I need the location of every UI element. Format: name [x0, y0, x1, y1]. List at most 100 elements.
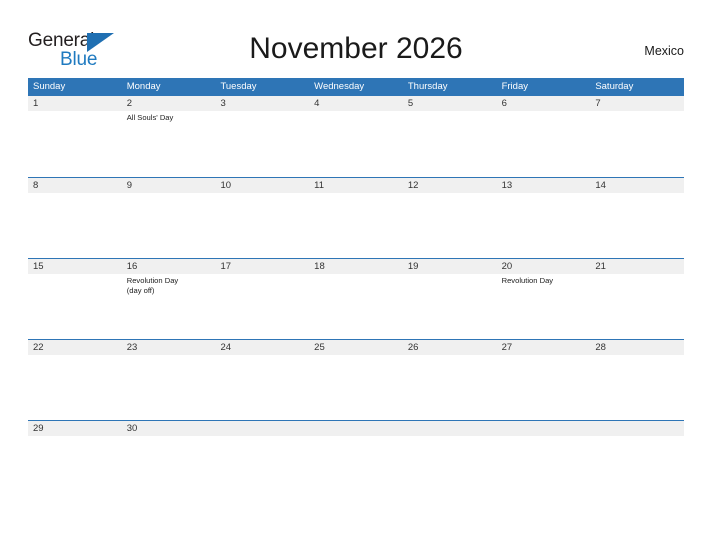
calendar-day-number: 11 [314, 180, 325, 191]
calendar-day-number [595, 421, 680, 436]
calendar-day-cell[interactable]: 17 [215, 259, 309, 339]
calendar-day-cell[interactable]: 22 [28, 340, 122, 420]
calendar-day-number: 3 [220, 98, 226, 109]
calendar-day-number: 14 [595, 180, 606, 191]
calendar-week-days: 22 23 24 25 26 27 28 [28, 340, 684, 420]
calendar-day-cell[interactable]: 25 [309, 340, 403, 420]
calendar-day-cell[interactable]: 27 [497, 340, 591, 420]
calendar-day-cell[interactable]: 26 [403, 340, 497, 420]
calendar-day-cell[interactable]: 20 Revolution Day [497, 259, 591, 339]
calendar-day-number: 29 [33, 423, 44, 434]
calendar-day-cell[interactable] [215, 421, 309, 501]
calendar-day-number: 15 [33, 261, 44, 272]
calendar-day-cell[interactable]: 8 [28, 178, 122, 258]
calendar-day-cell[interactable]: 13 [497, 178, 591, 258]
calendar-day-number: 1 [33, 98, 39, 109]
calendar-day-number [502, 421, 587, 436]
calendar-day-cell[interactable]: 9 [122, 178, 216, 258]
calendar-day-cell[interactable] [309, 421, 403, 501]
country-label: Mexico [644, 44, 684, 58]
calendar-day-number: 9 [126, 180, 133, 191]
calendar-day-cell[interactable]: 10 [215, 178, 309, 258]
calendar-day-cell[interactable]: 28 [590, 340, 684, 420]
page-header: General Blue November 2026 Mexico [28, 26, 684, 72]
calendar-day-events: Revolution Day [502, 274, 587, 286]
calendar-day-number: 12 [407, 180, 419, 191]
calendar-week-row: 15 16 Revolution Day (day off) 17 18 19 20 Revol… [28, 258, 684, 339]
calendar-day-number: 20 [501, 261, 513, 272]
calendar-event: Revolution Day [501, 276, 554, 285]
calendar-day-number: 24 [220, 342, 232, 353]
calendar-day-number: 10 [220, 180, 232, 191]
calendar-day-number: 13 [501, 180, 513, 191]
calendar-day-number: 23 [126, 342, 138, 353]
calendar-event: All Souls' Day [126, 113, 174, 122]
calendar-week-days: 8 9 10 11 12 13 14 [28, 178, 684, 258]
calendar-day-cell[interactable]: 7 [590, 96, 684, 177]
calendar-day-number: 5 [407, 98, 414, 109]
calendar-day-number: 19 [407, 261, 419, 272]
calendar-page: General Blue November 2026 Mexico Sunday… [0, 0, 712, 550]
calendar-day-cell[interactable]: 11 [309, 178, 403, 258]
calendar-day-number [220, 421, 305, 436]
weekday-header-saturday: Saturday [595, 81, 634, 92]
calendar-day-cell[interactable]: 21 [590, 259, 684, 339]
calendar-day-number: 6 [501, 98, 507, 109]
weekday-header-row: Sunday Monday Tuesday Wednesday Thursday… [28, 78, 684, 96]
calendar-week-days: 15 16 Revolution Day (day off) 17 18 19 20 Revol… [28, 259, 684, 339]
calendar-day-number: 28 [595, 342, 606, 353]
calendar-day-cell[interactable]: 15 [28, 259, 122, 339]
calendar-day-number: 25 [314, 342, 325, 353]
calendar-week-days: 1 2 All Souls' Day 3 4 5 6 7 [28, 96, 684, 177]
calendar-day-number [314, 421, 399, 436]
calendar-day-number [408, 421, 493, 436]
calendar-day-number: 17 [220, 261, 232, 272]
calendar-week-days: 29 30 [28, 421, 684, 501]
calendar-day-number: 2 [126, 98, 133, 109]
calendar-day-events: Revolution Day (day off) [127, 274, 212, 296]
weekday-header-wednesday: Wednesday [314, 81, 365, 92]
calendar-day-number: 16 [126, 261, 138, 272]
page-title: November 2026 [249, 32, 463, 65]
weekday-header-sunday: Sunday [33, 81, 66, 92]
calendar-day-number: 21 [595, 261, 606, 272]
calendar-day-cell[interactable]: 1 [28, 96, 122, 177]
calendar-day-cell[interactable]: 16 Revolution Day (day off) [122, 259, 216, 339]
calendar-day-number: 8 [33, 180, 39, 191]
calendar-day-cell[interactable]: 24 [215, 340, 309, 420]
calendar-day-cell[interactable] [590, 421, 684, 501]
weekday-header-friday: Friday [501, 81, 528, 92]
calendar-day-cell[interactable]: 3 [215, 96, 309, 177]
calendar-day-number: 26 [407, 342, 419, 353]
weekday-header-monday: Monday [126, 81, 161, 92]
calendar-day-number: 30 [126, 423, 138, 434]
calendar-day-number: 4 [314, 98, 320, 109]
weekday-header-tuesday: Tuesday [220, 81, 257, 92]
calendar-day-cell[interactable]: 30 [122, 421, 216, 501]
calendar-weeks: 1 2 All Souls' Day 3 4 5 6 7 8 9 10 11 12 13 14 15 16 Rev… [28, 96, 684, 501]
calendar-day-number: 27 [501, 342, 513, 353]
calendar-event: Revolution Day [126, 276, 179, 285]
calendar-day-cell[interactable] [497, 421, 591, 501]
calendar-day-events: All Souls' Day [127, 111, 212, 123]
calendar-day-cell[interactable]: 2 All Souls' Day [122, 96, 216, 177]
calendar-week-row: 1 2 All Souls' Day 3 4 5 6 7 [28, 96, 684, 177]
calendar-day-cell[interactable]: 5 [403, 96, 497, 177]
calendar-day-cell[interactable]: 18 [309, 259, 403, 339]
calendar-day-cell[interactable]: 4 [309, 96, 403, 177]
calendar-day-cell[interactable] [403, 421, 497, 501]
weekday-header-thursday: Thursday [407, 81, 448, 92]
calendar-day-number: 22 [33, 342, 44, 353]
calendar-week-row: 8 9 10 11 12 13 14 [28, 177, 684, 258]
calendar-day-cell[interactable]: 29 [28, 421, 122, 501]
calendar-day-cell[interactable]: 12 [403, 178, 497, 258]
calendar-day-cell[interactable]: 19 [403, 259, 497, 339]
calendar-week-row: 29 30 [28, 420, 684, 501]
calendar-day-cell[interactable]: 23 [122, 340, 216, 420]
calendar-event: (day off) [126, 285, 155, 295]
calendar-day-cell[interactable]: 14 [590, 178, 684, 258]
calendar-grid: Sunday Monday Tuesday Wednesday Thursday… [28, 78, 684, 501]
calendar-day-cell[interactable]: 6 [497, 96, 591, 177]
calendar-day-number: 7 [595, 98, 601, 109]
calendar-day-number: 18 [314, 261, 325, 272]
